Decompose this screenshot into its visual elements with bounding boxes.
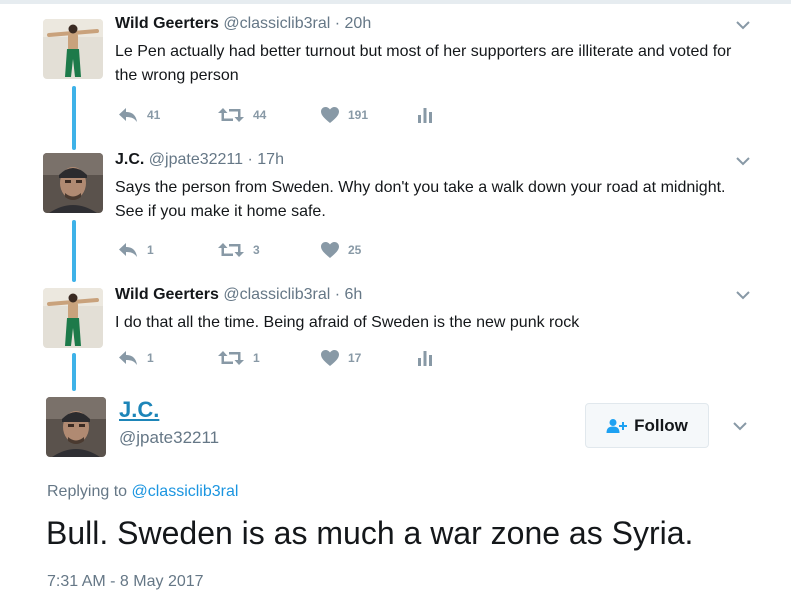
user-name[interactable]: Wild Geerters [115,15,219,32]
separator: · [334,15,341,32]
heart-icon [321,107,339,123]
retweet-button[interactable]: 44 [217,105,266,125]
man-in-cap-photo-icon [46,397,106,457]
reply-button[interactable]: 1 [117,240,154,260]
replying-to: Replying to @classiclib3ral [47,483,238,501]
main-user-handle[interactable]: @jpate32211 [119,428,219,448]
separator: · [334,286,341,303]
like-count: 191 [348,108,369,122]
tweet-text: I do that all the time. Being afraid of … [115,314,580,331]
reply-button[interactable]: 41 [117,105,160,125]
follow-user-icon [606,418,628,433]
user-handle[interactable]: @classiclib3ral [223,286,330,303]
reply-icon [119,108,137,122]
reply-count: 41 [147,108,161,122]
tweet-text: Le Pen actually had better turnout but m… [115,43,732,84]
reply-button[interactable]: 1 [117,348,154,368]
like-count: 25 [348,243,362,257]
tweet-header: J.C. @jpate32211 · 17h [115,150,284,170]
man-arms-outstretched-photo-icon [43,19,103,79]
retweet-button[interactable]: 1 [217,348,260,368]
analytics-icon [418,351,432,366]
replying-to-handle-link[interactable]: @classiclib3ral [132,483,239,500]
reply-count: 1 [147,351,154,365]
user-handle[interactable]: @jpate32211 [149,151,243,168]
tweet-header: Wild Geerters @classiclib3ral · 6h [115,285,362,305]
thread-connector-line [72,220,76,282]
top-divider [0,0,791,4]
chevron-down-icon[interactable] [735,20,751,30]
follow-button[interactable]: Follow [585,403,709,448]
retweet-icon [218,108,244,122]
like-button[interactable]: 25 [320,240,361,260]
man-in-cap-photo-icon [43,153,103,213]
analytics-button[interactable] [417,105,433,125]
chevron-down-icon[interactable] [732,421,748,431]
user-name[interactable]: J.C. [115,151,144,168]
tweet-header: Wild Geerters @classiclib3ral · 20h [115,14,371,34]
reply-count: 1 [147,243,154,257]
chevron-down-icon[interactable] [735,156,751,166]
avatar[interactable] [43,288,103,348]
tweet-time[interactable]: 20h [345,15,372,32]
thread-connector-line [72,86,76,150]
avatar[interactable] [43,153,103,213]
tweet-text: Says the person from Sweden. Why don't y… [115,179,726,220]
reply-icon [119,351,137,365]
tweet-time[interactable]: 17h [257,151,284,168]
analytics-button[interactable] [417,348,433,368]
retweet-icon [218,351,244,365]
heart-icon [321,242,339,258]
reply-icon [119,243,137,257]
retweet-count: 3 [253,243,260,257]
like-button[interactable]: 17 [320,348,361,368]
retweet-count: 44 [253,108,267,122]
avatar[interactable] [46,397,106,457]
analytics-icon [418,108,432,123]
user-handle[interactable]: @classiclib3ral [223,15,330,32]
like-button[interactable]: 191 [320,105,368,125]
thread-connector-line [72,353,76,391]
heart-icon [321,350,339,366]
follow-label: Follow [634,415,688,435]
retweet-button[interactable]: 3 [217,240,260,260]
chevron-down-icon[interactable] [735,290,751,300]
separator: · [247,151,253,168]
user-name[interactable]: Wild Geerters [115,286,219,303]
tweet-time[interactable]: 6h [345,286,363,303]
like-count: 17 [348,351,362,365]
man-arms-outstretched-photo-icon [43,288,103,348]
main-user-name[interactable]: J.C. [119,397,159,423]
retweet-count: 1 [253,351,260,365]
tweet-timestamp[interactable]: 7:31 AM - 8 May 2017 [47,573,204,591]
avatar[interactable] [43,19,103,79]
replying-to-label: Replying to [47,483,128,500]
main-tweet-text: Bull. Sweden is as much a war zone as Sy… [46,515,694,551]
retweet-icon [218,243,244,257]
